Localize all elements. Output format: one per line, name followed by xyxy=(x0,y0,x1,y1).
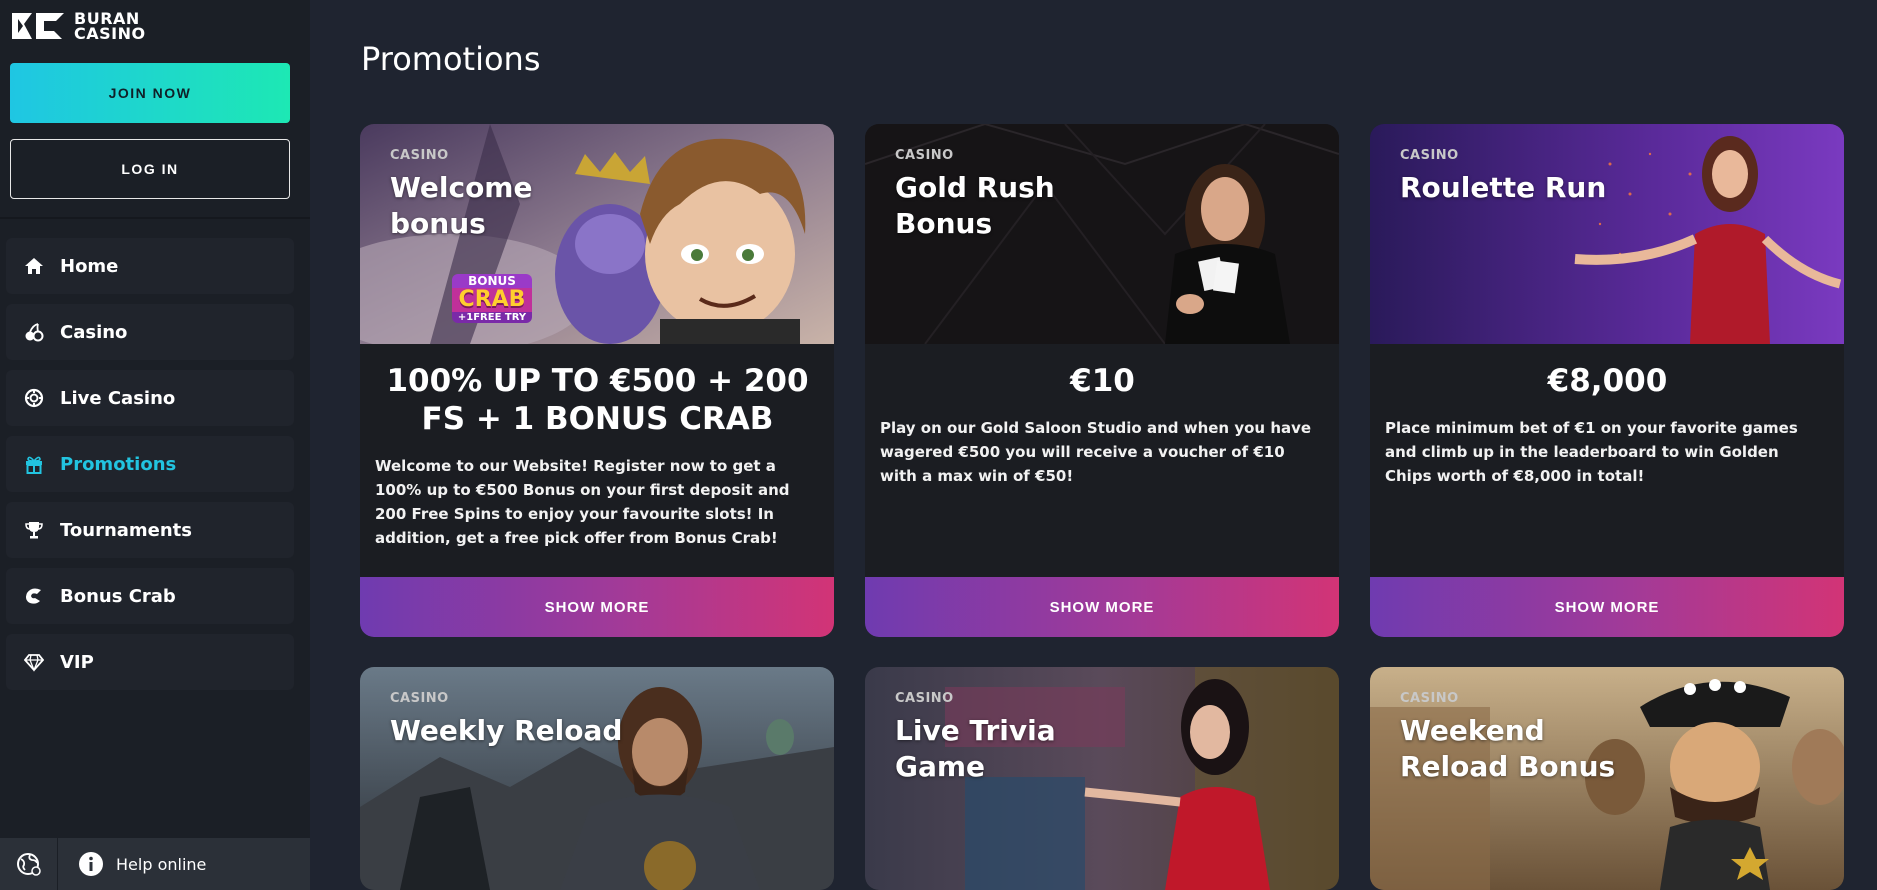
cherries-icon xyxy=(22,320,46,344)
join-now-button[interactable]: JOIN NOW xyxy=(10,63,290,123)
log-in-button[interactable]: LOG IN xyxy=(10,139,290,199)
promo-card-welcome-bonus: BONUS CRAB +1FREE TRY CASINO Welcome bon… xyxy=(360,124,834,637)
sidebar-item-label: VIP xyxy=(60,651,94,673)
promo-description: Play on our Gold Saloon Studio and when … xyxy=(880,419,1312,485)
main-nav: Home Casino Live Casino Promotions Tourn… xyxy=(6,238,294,700)
show-more-button[interactable]: SHOW MORE xyxy=(1370,577,1844,637)
sidebar-item-promotions[interactable]: Promotions xyxy=(6,436,294,492)
promo-title: Welcome bonus xyxy=(390,171,533,240)
promo-card-gold-rush-bonus: CASINO Gold Rush Bonus €10 Play on our G… xyxy=(865,124,1339,637)
brand-wordmark: BURAN CASINO xyxy=(74,11,146,43)
promo-body: 100% UP TO €500 + 200 FS + 1 BONUS CRAB … xyxy=(360,344,834,577)
promo-category: CASINO xyxy=(390,691,449,706)
promo-category: CASINO xyxy=(390,148,449,163)
sidebar-divider xyxy=(0,217,310,219)
promo-image[interactable]: CASINO Live Trivia Game xyxy=(865,667,1339,890)
bonus-crab-badge: BONUS CRAB +1FREE TRY xyxy=(452,274,532,323)
promo-amount: 100% UP TO €500 + 200 FS + 1 BONUS CRAB xyxy=(386,363,809,437)
promo-image[interactable]: CASINO Weekend Reload Bonus xyxy=(1370,667,1844,890)
promo-description: Place minimum bet of €1 on your favorite… xyxy=(1385,419,1798,485)
promo-category: CASINO xyxy=(1400,148,1459,163)
crab-claw-icon xyxy=(22,584,46,608)
help-online-button[interactable]: Help online xyxy=(58,851,206,877)
info-icon xyxy=(79,852,103,876)
sidebar: BURAN CASINO JOIN NOW LOG IN Home Casino… xyxy=(0,0,310,890)
promo-image[interactable]: CASINO Roulette Run xyxy=(1370,124,1844,344)
sidebar-item-casino[interactable]: Casino xyxy=(6,304,294,360)
promo-title: Weekly Reload xyxy=(390,714,623,747)
promo-body: €8,000 Place minimum bet of €1 on your f… xyxy=(1370,344,1844,577)
promo-card-live-trivia-game: CASINO Live Trivia Game xyxy=(865,667,1339,890)
sidebar-item-tournaments[interactable]: Tournaments xyxy=(6,502,294,558)
badge-line1: BONUS xyxy=(452,274,532,288)
promo-title: Weekend Reload Bonus xyxy=(1400,714,1616,783)
buran-logo-icon xyxy=(12,13,64,39)
promo-amount: €10 xyxy=(1070,363,1135,399)
show-more-button[interactable]: SHOW MORE xyxy=(360,577,834,637)
sidebar-item-label: Home xyxy=(60,255,119,277)
home-icon xyxy=(22,254,46,278)
sidebar-item-bonus-crab[interactable]: Bonus Crab xyxy=(6,568,294,624)
promo-title: Gold Rush Bonus xyxy=(895,171,1055,240)
promo-category: CASINO xyxy=(895,691,954,706)
promo-card-weekly-reload: CASINO Weekly Reload xyxy=(360,667,834,890)
globe-icon xyxy=(16,853,41,876)
promo-image[interactable]: BONUS CRAB +1FREE TRY CASINO Welcome bon… xyxy=(360,124,834,344)
gift-icon xyxy=(22,452,46,476)
sidebar-item-label: Tournaments xyxy=(60,519,193,541)
sidebar-item-label: Promotions xyxy=(60,453,177,475)
promo-image[interactable]: CASINO Weekly Reload xyxy=(360,667,834,890)
promo-amount: €8,000 xyxy=(1547,363,1668,399)
show-more-button[interactable]: SHOW MORE xyxy=(865,577,1339,637)
promo-description: Welcome to our Website! Register now to … xyxy=(375,457,790,547)
brand-logo[interactable]: BURAN CASINO xyxy=(10,8,146,44)
help-online-label: Help online xyxy=(116,854,207,874)
brand-line2: CASINO xyxy=(74,24,146,43)
main-content: Promotions BONUS CRAB +1FREE TRY CASINO … xyxy=(310,0,1877,890)
badge-line3: +1FREE TRY xyxy=(452,312,532,323)
sidebar-footer: Help online xyxy=(0,838,310,890)
sidebar-item-live-casino[interactable]: Live Casino xyxy=(6,370,294,426)
diamond-icon xyxy=(22,650,46,674)
promo-card-weekend-reload-bonus: CASINO Weekend Reload Bonus xyxy=(1370,667,1844,890)
promo-card-roulette-run: CASINO Roulette Run €8,000 Place minimum… xyxy=(1370,124,1844,637)
page-title: Promotions xyxy=(361,40,541,78)
promo-title: Live Trivia Game xyxy=(895,714,1056,783)
promo-category: CASINO xyxy=(895,148,954,163)
promo-category: CASINO xyxy=(1400,691,1459,706)
sidebar-item-label: Casino xyxy=(60,321,128,343)
promo-body: €10 Play on our Gold Saloon Studio and w… xyxy=(865,344,1339,577)
promo-image[interactable]: CASINO Gold Rush Bonus xyxy=(865,124,1339,344)
badge-line2: CRAB xyxy=(452,288,532,312)
sidebar-item-home[interactable]: Home xyxy=(6,238,294,294)
sidebar-item-label: Live Casino xyxy=(60,387,176,409)
sidebar-item-vip[interactable]: VIP xyxy=(6,634,294,690)
promo-title: Roulette Run xyxy=(1400,171,1607,204)
sidebar-item-label: Bonus Crab xyxy=(60,585,176,607)
trophy-icon xyxy=(22,518,46,542)
chip-icon xyxy=(22,386,46,410)
language-button[interactable] xyxy=(0,838,58,890)
